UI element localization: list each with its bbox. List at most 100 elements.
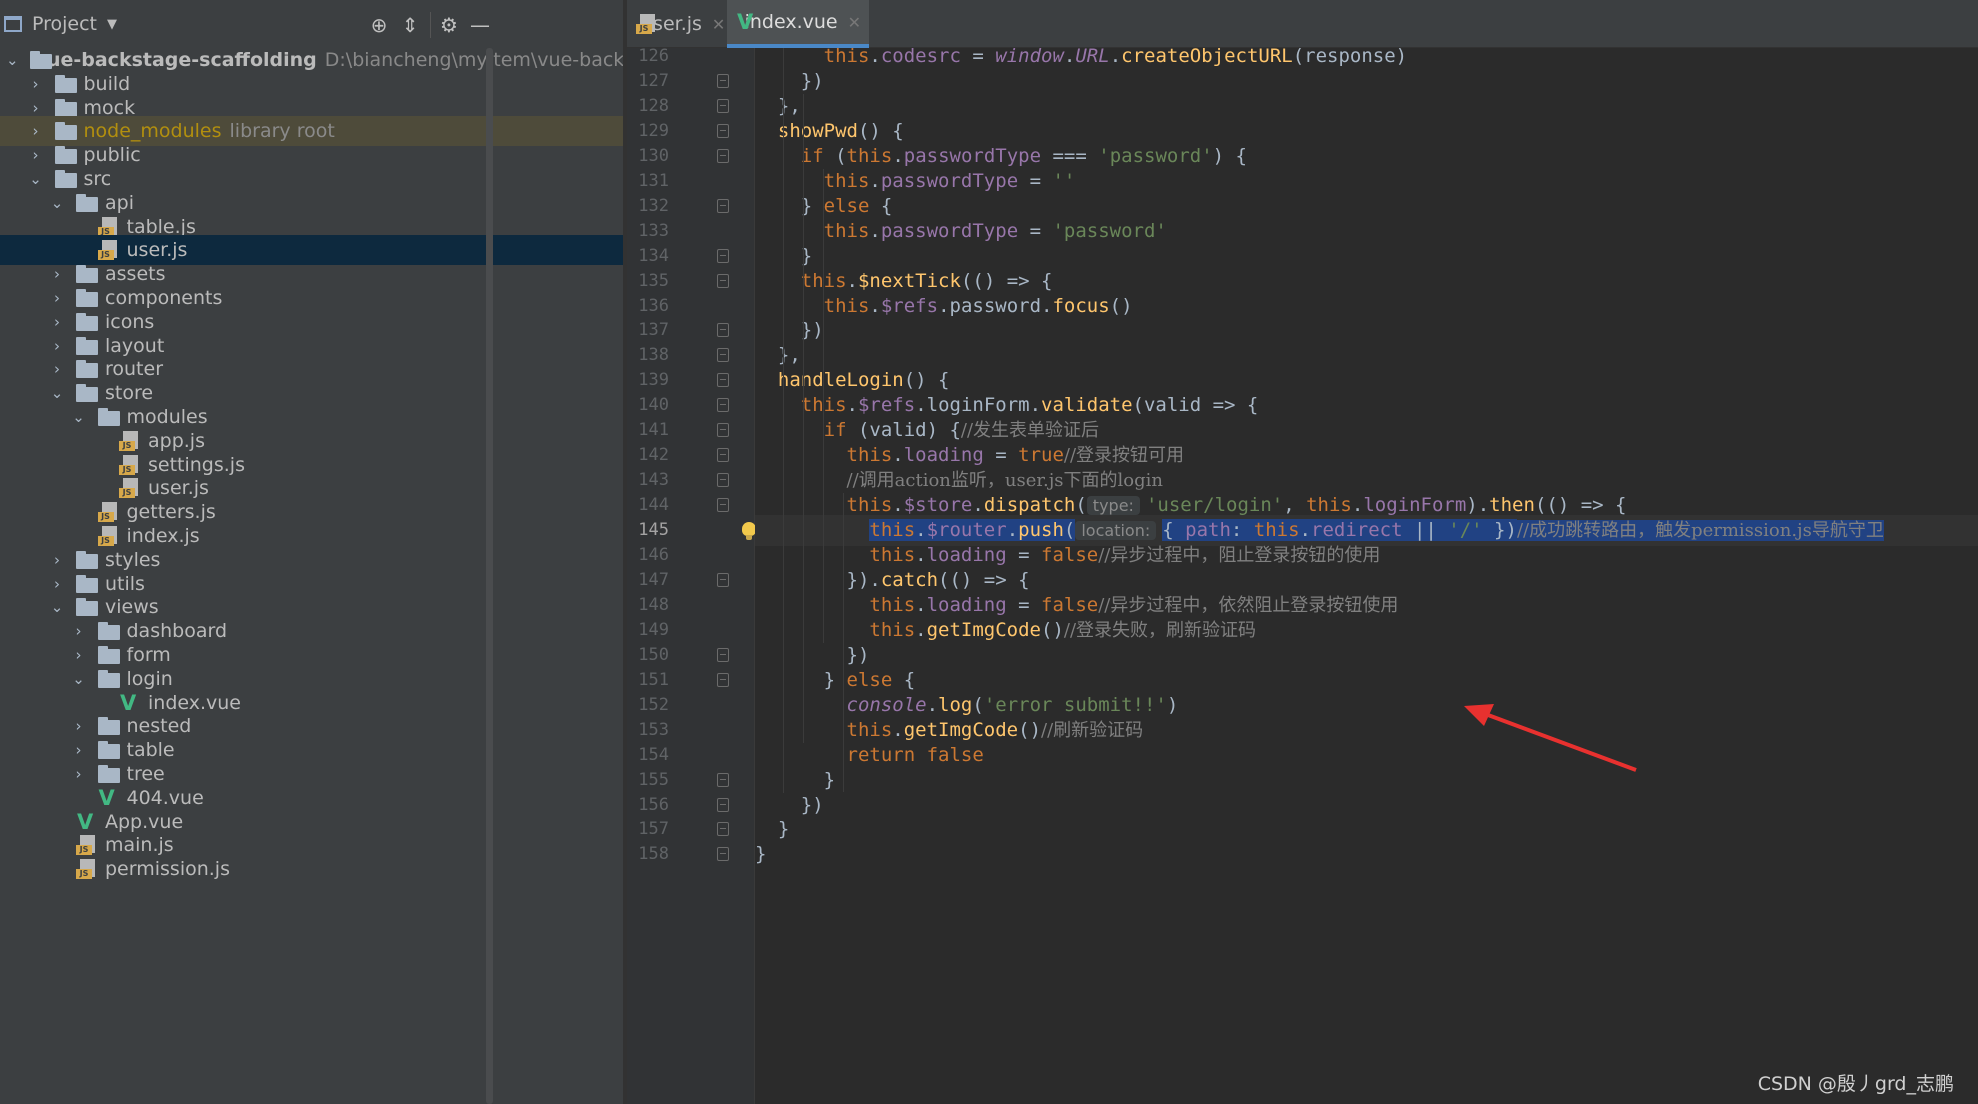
fold-marker-icon[interactable] — [717, 73, 729, 88]
code-token: = — [1018, 169, 1053, 192]
tree-item-label: app.js — [148, 429, 205, 452]
fold-marker-icon[interactable] — [717, 473, 729, 488]
code-token: false — [1041, 544, 1099, 566]
code-token: (response) — [1292, 48, 1408, 67]
fold-marker-icon[interactable] — [717, 672, 729, 687]
minimize-icon[interactable]: — — [469, 13, 491, 37]
code-token: = — [1006, 593, 1042, 616]
folder-icon — [75, 192, 99, 214]
tab-user-js[interactable]: user.js ✕ — [627, 0, 727, 48]
tab-index-vue[interactable]: index.vue ✕ — [727, 0, 869, 48]
code-token: . — [869, 48, 881, 67]
fold-marker-icon[interactable] — [717, 647, 729, 662]
tree-item-label: table.js — [126, 215, 196, 238]
code-token: this — [823, 219, 870, 242]
project-panel: Project ▼ ⊕ ⇕ ⚙ — ⌄ vue-backstage-scaffol… — [0, 0, 623, 1104]
tree-file-permission.js[interactable]: permission.js — [0, 854, 623, 884]
folder-icon — [97, 620, 121, 642]
fold-marker-icon[interactable] — [717, 198, 729, 213]
code-token: () — [1041, 618, 1064, 641]
code-comment: //成功跳转路由，触发permission.js导航守卫 — [1516, 520, 1884, 542]
fold-marker-icon[interactable] — [717, 498, 729, 513]
code-token: . — [915, 519, 927, 542]
collapse-all-icon[interactable]: ⇕ — [399, 13, 421, 37]
code-token: 'password' — [1098, 144, 1213, 167]
tree-item-label: main.js — [105, 834, 174, 857]
code-token: . — [846, 394, 858, 417]
project-scrollbar[interactable] — [484, 48, 494, 1104]
code-token: passwordType — [903, 144, 1042, 167]
fold-marker-icon[interactable] — [717, 847, 729, 862]
code-token: ( — [1063, 519, 1076, 542]
watermark: CSDN @殷丿grd_志鹏 — [1757, 1073, 1954, 1095]
code-token: () { — [903, 369, 950, 392]
code-token: . — [892, 444, 904, 467]
code-token: true — [1018, 444, 1064, 467]
code-token: codesrc — [880, 48, 961, 67]
folder-icon — [54, 144, 78, 166]
fold-marker-icon[interactable] — [717, 448, 729, 463]
code-token: , — [1283, 494, 1307, 517]
code-token: . — [915, 618, 927, 641]
locate-icon[interactable]: ⊕ — [368, 13, 390, 37]
code-token: return false — [846, 743, 984, 766]
code-token: }) — [755, 793, 824, 816]
code-token: . — [915, 544, 927, 566]
code-token: . — [1299, 519, 1311, 542]
folder-icon — [54, 120, 78, 142]
code-editor[interactable]: 126 127 128 129 130 131 132 133 134 135 136 137 138 1… — [627, 48, 1978, 1104]
code-token: = — [1006, 544, 1042, 566]
fold-marker-icon[interactable] — [717, 772, 729, 787]
code-line[interactable]: } — [755, 839, 1978, 870]
chevron-down-icon[interactable]: ▼ — [107, 17, 117, 32]
fold-marker-icon[interactable] — [717, 323, 729, 338]
fold-marker-icon[interactable] — [717, 572, 729, 587]
code-token: }, — [755, 344, 801, 367]
fold-marker-icon[interactable] — [717, 423, 729, 438]
js-file-icon — [97, 216, 121, 238]
code-token: 'error submit!!' — [983, 693, 1167, 716]
project-view-title[interactable]: Project — [32, 13, 97, 35]
fold-marker-icon[interactable] — [717, 797, 729, 812]
fold-marker-icon[interactable] — [717, 348, 729, 363]
code-comment: //异步过程中，阻止登录按钮的使用 — [1098, 545, 1381, 566]
vue-file-icon — [118, 691, 142, 715]
code-area[interactable]: this.codesrc = window.URL.createObjectUR… — [755, 48, 1978, 1104]
gear-icon[interactable]: ⚙ — [438, 13, 460, 37]
code-token: { — [1162, 519, 1186, 542]
fold-marker-icon[interactable] — [717, 98, 729, 113]
code-token: this — [846, 444, 893, 467]
code-token: .password. — [938, 294, 1053, 317]
tree-item-label: nested — [126, 715, 192, 738]
code-token: if — [823, 419, 847, 442]
fold-marker-icon[interactable] — [717, 123, 729, 138]
folder-icon — [97, 406, 121, 428]
code-token: ). — [1466, 494, 1490, 517]
lightbulb-icon[interactable] — [742, 522, 756, 541]
code-token: handleLogin — [777, 369, 904, 392]
fold-marker-icon[interactable] — [717, 273, 729, 288]
js-file-icon — [118, 477, 142, 499]
code-token: path — [1185, 519, 1231, 542]
fold-marker-icon[interactable] — [717, 398, 729, 413]
folder-icon — [54, 97, 78, 119]
close-icon[interactable]: ✕ — [712, 15, 725, 34]
tree-item-label: utils — [105, 572, 145, 595]
code-token: }) — [755, 643, 870, 666]
close-icon[interactable]: ✕ — [848, 13, 861, 32]
js-file-icon — [118, 430, 142, 452]
fold-marker-icon[interactable] — [717, 822, 729, 837]
fold-marker-icon[interactable] — [717, 373, 729, 388]
code-token: () — [1109, 294, 1133, 317]
code-token: passwordType — [880, 219, 1019, 242]
fold-marker-icon[interactable] — [717, 248, 729, 263]
code-token: ( — [823, 144, 847, 167]
tree-item-label: mock — [83, 96, 136, 119]
code-token: . — [846, 269, 858, 292]
indent-guide — [783, 48, 784, 793]
code-token: URL — [1075, 48, 1110, 67]
fold-marker-icon[interactable] — [717, 148, 729, 163]
